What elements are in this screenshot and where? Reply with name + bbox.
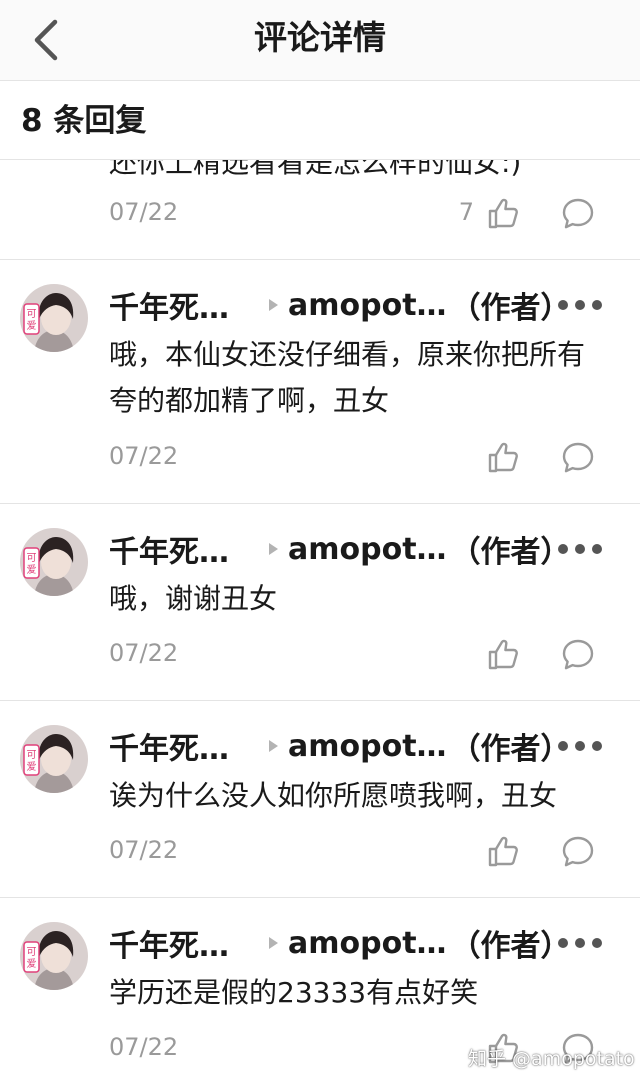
avatar-badge-text: 爱	[27, 319, 37, 332]
comment-date: 07/22	[109, 1033, 179, 1061]
nav-bar: 评论详情	[0, 0, 640, 81]
author-tag: （作者）	[450, 929, 571, 964]
list-item[interactable]: 可 爱 千年死… amopot… （作者） 哦，本仙女还没仔细看，原来你把所有夸…	[0, 260, 640, 504]
comment-meta: 千年死… amopot… （作者）	[109, 526, 610, 572]
comment-text: 诶为什么没人如你所愿喷我啊，丑女	[109, 779, 558, 812]
comment-text: 学历还是假的23333有点好笑	[109, 976, 479, 1009]
comment-text: 哦，本仙女还没仔细看，原来你把所有夸的都加精了啊，丑女	[109, 338, 586, 417]
comment-bubble-icon[interactable]	[560, 833, 596, 869]
more-dots-icon[interactable]	[558, 735, 602, 757]
comment-date: 07/22	[109, 639, 179, 667]
reply-target-name[interactable]: amopot…	[288, 288, 447, 323]
more-dots-icon[interactable]	[558, 932, 602, 954]
avatar-badge-text: 可	[27, 553, 37, 564]
thumbs-up-icon[interactable]	[485, 439, 521, 475]
reply-list[interactable]: 还你上精选看看是怎么样的仙女:) 07/22 7 可 爱 千年死… amopot…	[0, 0, 640, 1087]
comment-bubble-icon[interactable]	[560, 636, 596, 672]
avatar[interactable]: 可 爱	[20, 528, 88, 596]
avatar-badge-text: 可	[27, 947, 37, 958]
watermark: 知乎 @amopotato	[468, 1048, 635, 1070]
comment-detail-page: 还你上精选看看是怎么样的仙女:) 07/22 7 可 爱 千年死… amopot…	[0, 0, 640, 1087]
list-item[interactable]: 可 爱 千年死… amopot… （作者） 哦，谢谢丑女 07/22	[0, 504, 640, 701]
reply-arrow-icon	[269, 543, 278, 555]
comment-meta: 千年死… amopot… （作者）	[109, 282, 610, 328]
comment-date: 07/22	[109, 442, 179, 470]
like-count: 7	[458, 198, 474, 226]
author-name[interactable]: 千年死…	[109, 527, 244, 571]
more-dots-icon[interactable]	[558, 538, 602, 560]
comment-meta: 千年死… amopot… （作者）	[109, 920, 610, 966]
avatar-badge-text: 可	[27, 309, 37, 320]
thumbs-up-icon[interactable]	[485, 636, 521, 672]
back-button[interactable]	[18, 12, 74, 68]
author-tag: （作者）	[450, 535, 571, 570]
thumbs-up-icon[interactable]	[485, 195, 521, 231]
reply-arrow-icon	[269, 740, 278, 752]
avatar[interactable]: 可 爱	[20, 725, 88, 793]
comment-bubble-icon[interactable]	[560, 439, 596, 475]
avatar-badge-text: 爱	[27, 563, 37, 576]
list-item[interactable]: 可 爱 千年死… amopot… （作者） 诶为什么没人如你所愿喷我啊，丑女 0…	[0, 701, 640, 898]
author-name[interactable]: 千年死…	[109, 724, 244, 768]
more-dots-icon[interactable]	[558, 294, 602, 316]
comment-bubble-icon[interactable]	[560, 195, 596, 231]
comment-date: 07/22	[109, 836, 179, 864]
author-tag: （作者）	[450, 732, 571, 767]
reply-arrow-icon	[269, 937, 278, 949]
reply-target-name[interactable]: amopot…	[288, 532, 447, 567]
reply-count: 8 条回复	[21, 103, 147, 139]
page-title: 评论详情	[254, 18, 386, 57]
reply-count-header: 8 条回复	[0, 81, 640, 160]
reply-arrow-icon	[269, 299, 278, 311]
reply-target-name[interactable]: amopot…	[288, 926, 447, 961]
comment-text: 哦，谢谢丑女	[109, 582, 278, 615]
avatar[interactable]: 可 爱	[20, 284, 88, 352]
avatar-badge-text: 可	[27, 750, 37, 761]
author-tag: （作者）	[450, 291, 571, 326]
author-name[interactable]: 千年死…	[109, 283, 244, 327]
reply-target-name[interactable]: amopot…	[288, 729, 447, 764]
comment-meta: 千年死… amopot… （作者）	[109, 723, 610, 769]
avatar-badge-text: 爱	[27, 957, 37, 970]
avatar-badge-text: 爱	[27, 760, 37, 773]
thumbs-up-icon[interactable]	[485, 833, 521, 869]
avatar[interactable]: 可 爱	[20, 922, 88, 990]
author-name[interactable]: 千年死…	[109, 921, 244, 965]
comment-date: 07/22	[109, 198, 179, 226]
chevron-left-icon	[34, 19, 58, 61]
